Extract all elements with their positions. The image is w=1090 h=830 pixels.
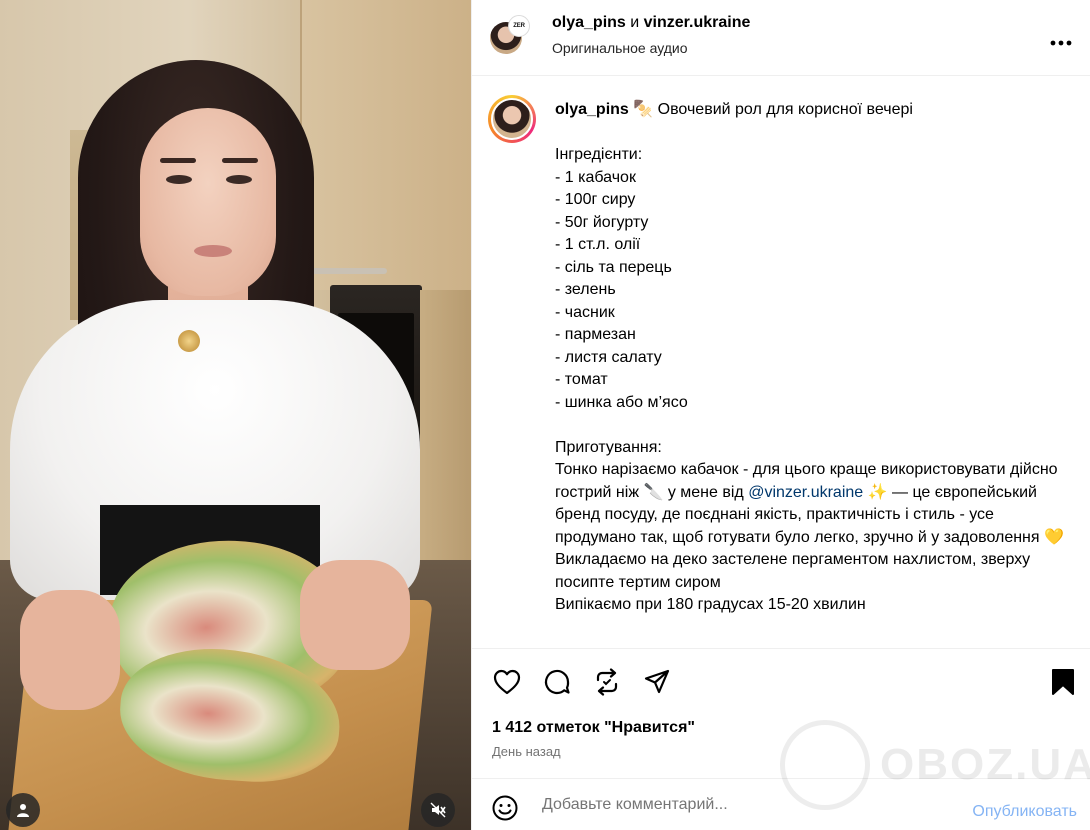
caption-title: Овочевий рол для корисної вечері — [657, 101, 913, 118]
kitchen-cabinet-right — [300, 0, 471, 290]
audio-link[interactable]: Оригинальное аудио — [552, 40, 688, 56]
sparkle-emoji: ✨ — [867, 483, 888, 501]
ingredient-item: - 1 ст.л. олії — [555, 236, 641, 253]
post-caption: olya_pins 🍢 Овочевий рол для корисної ве… — [472, 77, 1090, 647]
ingredients-heading: Інгредієнти: — [555, 146, 643, 163]
ingredient-item: - 50г йогурту — [555, 213, 649, 231]
author-username-link[interactable]: olya_pins — [552, 14, 626, 31]
person-lips — [194, 245, 232, 257]
ingredient-item: - часник — [555, 303, 615, 321]
ingredient-item: - 100г сиру — [555, 191, 636, 208]
post-actions: 1 412 отметок "Нравится" День назад — [472, 648, 1090, 778]
share-button[interactable] — [642, 667, 672, 697]
reel-video[interactable] — [0, 0, 471, 830]
ingredient-item: - зелень — [555, 281, 616, 298]
person-hand-left — [20, 590, 120, 710]
likes-count[interactable]: 1 412 отметок "Нравится" — [492, 719, 695, 737]
partner-avatar-label: ZER — [513, 23, 525, 29]
person-eye-right — [226, 175, 252, 184]
ingredient-item: - пармезан — [555, 326, 636, 343]
more-icon — [1050, 40, 1072, 46]
repost-icon — [596, 668, 618, 696]
mute-button[interactable] — [421, 793, 455, 827]
kitchen-side-cabinet — [420, 290, 471, 590]
more-options-button[interactable] — [1050, 26, 1072, 52]
preparation-text: Викладаємо на деко застелене пергаментом… — [555, 551, 1031, 591]
preparation-text: у мене від — [663, 483, 749, 501]
ingredient-item: - сіль та перець — [555, 258, 672, 276]
person-face — [140, 108, 276, 296]
ingredient-item: - томат — [555, 371, 608, 388]
comment-icon — [544, 669, 570, 695]
caption-title-emoji: 🍢 — [633, 101, 654, 118]
post-panel: ZER olya_pins и vinzer.ukraine Оригиналь… — [471, 0, 1090, 830]
person-eye-left — [166, 175, 192, 184]
partner-avatar[interactable]: ZER — [508, 15, 530, 37]
person-brow-right — [222, 158, 258, 163]
author-names: olya_pins и vinzer.ukraine — [552, 14, 750, 32]
author-conjunction: и — [630, 14, 640, 31]
person-pendant — [178, 330, 200, 352]
bookmark-icon — [1052, 669, 1074, 695]
ingredient-item: - 1 кабачок — [555, 168, 636, 186]
mention-link[interactable]: @vinzer.ukraine — [748, 484, 863, 501]
cabinet-handle — [307, 268, 387, 274]
tagged-user-button[interactable] — [6, 793, 40, 827]
comment-button[interactable] — [542, 667, 572, 697]
repost-button[interactable] — [592, 667, 622, 697]
user-icon — [17, 804, 29, 817]
comment-input[interactable] — [542, 796, 922, 814]
heart-icon — [493, 669, 521, 695]
emoji-button[interactable] — [492, 795, 518, 826]
caption-username[interactable]: olya_pins — [555, 101, 629, 118]
emoji-icon — [492, 795, 518, 821]
preparation-text: Випікаємо при 180 градусах 15-20 хвилин — [555, 596, 866, 613]
comment-bar: Опубликовать — [472, 778, 1090, 830]
like-button[interactable] — [492, 667, 522, 697]
knife-emoji: 🔪 — [643, 483, 664, 501]
person-hand-right — [300, 560, 410, 670]
caption-text: olya_pins 🍢 Овочевий рол для корисної ве… — [555, 99, 1075, 617]
post-date[interactable]: День назад — [492, 744, 561, 759]
ingredient-item: - листя салату — [555, 348, 662, 366]
post-header: ZER olya_pins и vinzer.ukraine Оригиналь… — [472, 0, 1090, 76]
post-comment-button[interactable]: Опубликовать — [972, 803, 1077, 821]
person-brow-left — [160, 158, 196, 163]
heart-emoji: 💛 — [1044, 528, 1064, 546]
partner-username-link[interactable]: vinzer.ukraine — [644, 14, 751, 31]
preparation-heading: Приготування: — [555, 438, 662, 456]
save-button[interactable] — [1048, 667, 1078, 697]
caption-avatar[interactable] — [488, 95, 536, 143]
send-icon — [644, 669, 670, 694]
audio-muted-icon — [430, 802, 446, 818]
ingredient-item: - шинка або м’ясо — [555, 393, 688, 411]
